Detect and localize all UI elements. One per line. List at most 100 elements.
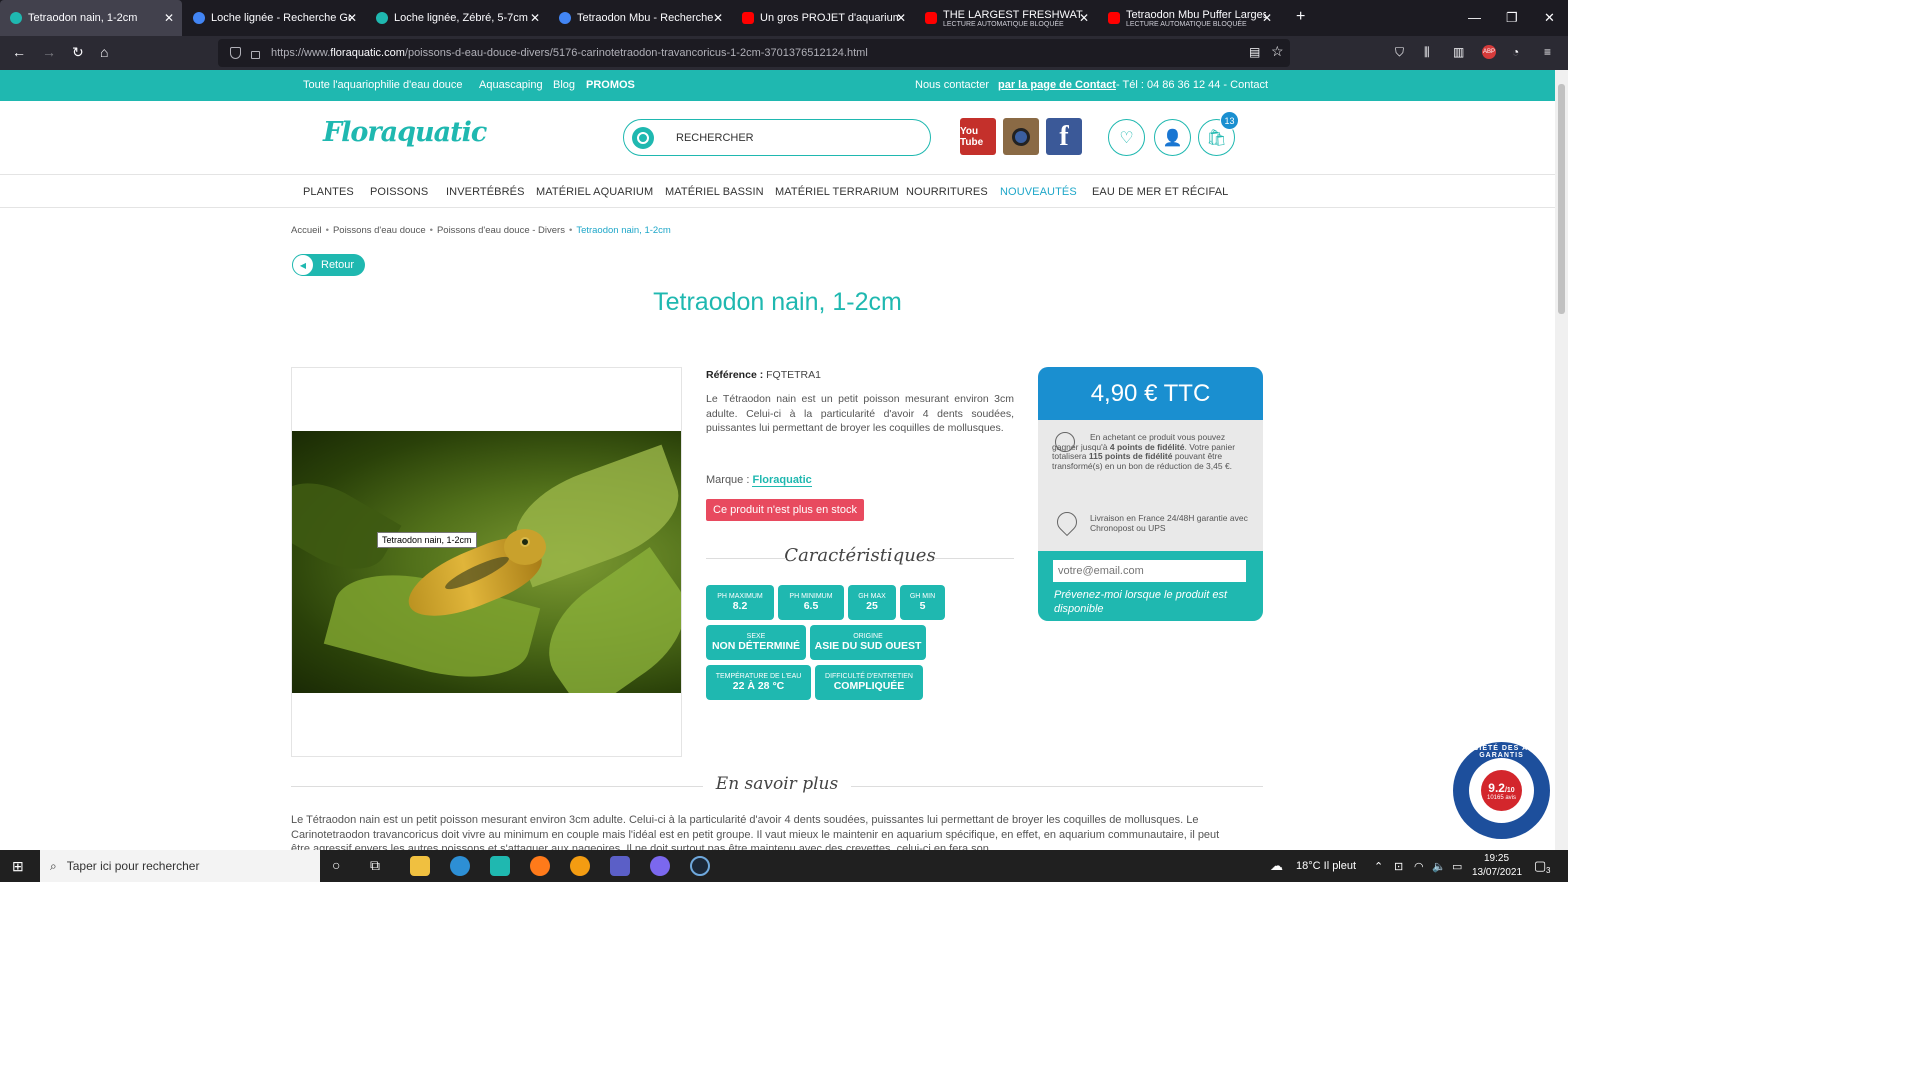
characteristic-value: NON DÉTERMINÉ (711, 640, 801, 652)
teams-icon[interactable] (610, 856, 630, 876)
url-bar[interactable]: https://www. floraquatic.com/poissons-d-e… (218, 39, 1290, 67)
browser-tab[interactable]: Tetraodon Mbu - Recherche Google ✕ (549, 0, 731, 36)
site-logo[interactable]: Floraquatic (323, 117, 487, 148)
characteristic-label: TEMPÉRATURE DE L'EAU (715, 673, 802, 680)
menu-item-materiel-aquarium[interactable]: MATÉRIEL AQUARIUM (536, 186, 653, 198)
file-explorer-icon[interactable] (410, 856, 430, 876)
close-tab-icon[interactable]: ✕ (1079, 11, 1089, 25)
menu-item-materiel-terrarium[interactable]: MATÉRIEL TERRARIUM (775, 186, 899, 198)
browser-tab[interactable]: Un gros PROJET d'aquarium pour ✕ (732, 0, 914, 36)
close-window-icon[interactable]: ✕ (1544, 10, 1555, 26)
contact-page-link[interactable]: par la page de Contact (998, 79, 1116, 91)
url-prefix: https://www. (271, 47, 331, 59)
menu-item-invertebres[interactable]: INVERTÉBRÉS (446, 186, 525, 198)
close-tab-icon[interactable]: ✕ (164, 11, 174, 25)
menu-item-eau-de-mer[interactable]: EAU DE MER ET RÉCIFAL (1092, 186, 1228, 198)
weather-text[interactable]: 18°C Il pleut (1296, 860, 1356, 872)
network-icon[interactable]: ⊡ (1394, 860, 1403, 873)
search-icon[interactable] (632, 126, 654, 149)
pufferfish-head (504, 529, 546, 565)
notify-email-input[interactable] (1053, 560, 1246, 582)
edge-icon[interactable] (450, 856, 470, 876)
tracking-shield-icon[interactable] (230, 47, 241, 59)
vlc-icon[interactable] (570, 856, 590, 876)
characteristic-pill: PH MINIMUM 6.5 (778, 585, 844, 620)
tray-chevron-up-icon[interactable]: ⌃ (1374, 860, 1383, 873)
browser-tab[interactable]: Tetraodon nain, 1-2cm ✕ (0, 0, 182, 36)
wishlist-heart-icon[interactable]: ♡ (1108, 119, 1145, 156)
breadcrumb-item[interactable]: Poissons d'eau douce - Divers (437, 225, 565, 236)
back-arrow-icon[interactable]: ← (12, 44, 26, 60)
user-account-icon[interactable]: 👤 (1154, 119, 1191, 156)
notification-count: 3 (1546, 866, 1551, 875)
topbar-link-promos[interactable]: PROMOS (586, 79, 635, 91)
pocket-icon[interactable]: ⛉ (1395, 45, 1404, 60)
product-image-frame[interactable] (291, 367, 682, 757)
browser-tab[interactable]: THE LARGEST FRESHWATER PUF LECTURE AUTOM… (915, 0, 1097, 36)
close-tab-icon[interactable]: ✕ (530, 11, 540, 25)
instagram-icon[interactable] (1003, 118, 1039, 155)
browser-tab[interactable]: Tetraodon Mbu Puffer Largest F LECTURE A… (1098, 0, 1280, 36)
camera-lens-icon (1012, 127, 1030, 146)
forward-arrow-icon[interactable]: → (42, 44, 56, 60)
tab-title: Tetraodon Mbu - Recherche Google (577, 12, 717, 24)
windows-start-icon[interactable]: ⊞ (12, 858, 24, 875)
reviews-badge[interactable]: SOCIÉTÉ DES AVIS GARANTIS 9.2/10 10165 a… (1453, 742, 1550, 839)
battery-icon[interactable]: ▭ (1452, 860, 1462, 873)
minimize-window-icon[interactable]: — (1468, 10, 1481, 25)
close-tab-icon[interactable]: ✕ (347, 11, 357, 25)
adblock-extension-icon[interactable]: ABP (1482, 45, 1496, 59)
close-tab-icon[interactable]: ✕ (1262, 11, 1272, 25)
bookmark-star-icon[interactable]: ☆ (1271, 43, 1284, 60)
notification-center-icon[interactable]: ▢ (1534, 858, 1546, 874)
volume-icon[interactable]: 🔈 (1432, 860, 1446, 873)
weather-cloud-icon[interactable]: ☁ (1270, 858, 1283, 874)
restore-window-icon[interactable]: ❐ (1506, 10, 1518, 26)
retour-button[interactable]: ◀ Retour (292, 254, 365, 276)
facebook-icon[interactable]: f (1046, 118, 1082, 155)
youtube-icon[interactable]: You Tube (960, 118, 996, 155)
search-input[interactable]: RECHERCHER (623, 119, 931, 156)
topbar-link[interactable]: Aquascaping (479, 79, 543, 91)
browser-tab[interactable]: Loche lignée - Recherche Google ✕ (183, 0, 365, 36)
characteristic-value: 25 (866, 600, 878, 612)
scrollbar-thumb[interactable] (1558, 84, 1565, 314)
menu-item-nourritures[interactable]: NOURRITURES (906, 186, 988, 198)
sidebar-icon[interactable]: ▥ (1453, 45, 1464, 59)
close-tab-icon[interactable]: ✕ (896, 11, 906, 25)
menu-item-plantes[interactable]: PLANTES (303, 186, 354, 198)
page-scrollbar[interactable] (1555, 70, 1568, 850)
product-photo[interactable] (292, 431, 681, 693)
breadcrumb-item[interactable]: Poissons d'eau douce (333, 225, 426, 236)
clock-date[interactable]: 13/07/2021 (1472, 867, 1522, 878)
lock-icon[interactable] (251, 50, 260, 59)
home-icon[interactable]: ⌂ (100, 44, 108, 60)
topbar-link[interactable]: Blog (553, 79, 575, 91)
steam-icon[interactable] (690, 856, 710, 876)
library-icon[interactable]: ⫼ (1424, 45, 1430, 60)
reader-view-icon[interactable]: ▤ (1249, 45, 1260, 59)
browser-tab[interactable]: Loche lignée, Zébré, 5-7cm ✕ (366, 0, 548, 36)
taskbar-search-box[interactable]: ⌕ Taper ici pour rechercher (40, 850, 320, 882)
new-tab-button[interactable]: + (1296, 8, 1305, 26)
contact-prefix: Nous contacter (915, 79, 989, 91)
menu-item-poissons[interactable]: POISSONS (370, 186, 428, 198)
menu-item-nouveautes[interactable]: NOUVEAUTÉS (1000, 186, 1077, 198)
topbar-link[interactable]: Toute l'aquariophilie d'eau douce (303, 79, 463, 91)
wifi-icon[interactable]: ◠ (1414, 860, 1424, 873)
cortana-icon[interactable]: ○ (332, 857, 340, 873)
app-l-icon[interactable] (490, 856, 510, 876)
menu-item-materiel-bassin[interactable]: MATÉRIEL BASSIN (665, 186, 764, 198)
account-icon[interactable]: ◔ (1512, 45, 1519, 59)
reload-icon[interactable]: ↻ (72, 44, 84, 61)
task-view-icon[interactable]: ⧉ (370, 857, 380, 874)
firefox-icon[interactable] (530, 856, 550, 876)
brand-link[interactable]: Floraquatic (752, 474, 812, 487)
messenger-icon[interactable] (650, 856, 670, 876)
breadcrumb-item[interactable]: Accueil (291, 225, 322, 236)
notify-me-link[interactable]: Prévenez-moi lorsque le produit est disp… (1054, 588, 1254, 616)
reference-value: FQTETRA1 (766, 369, 821, 381)
close-tab-icon[interactable]: ✕ (713, 11, 723, 25)
menu-hamburger-icon[interactable]: ≡ (1544, 45, 1551, 59)
clock-time[interactable]: 19:25 (1484, 853, 1509, 864)
